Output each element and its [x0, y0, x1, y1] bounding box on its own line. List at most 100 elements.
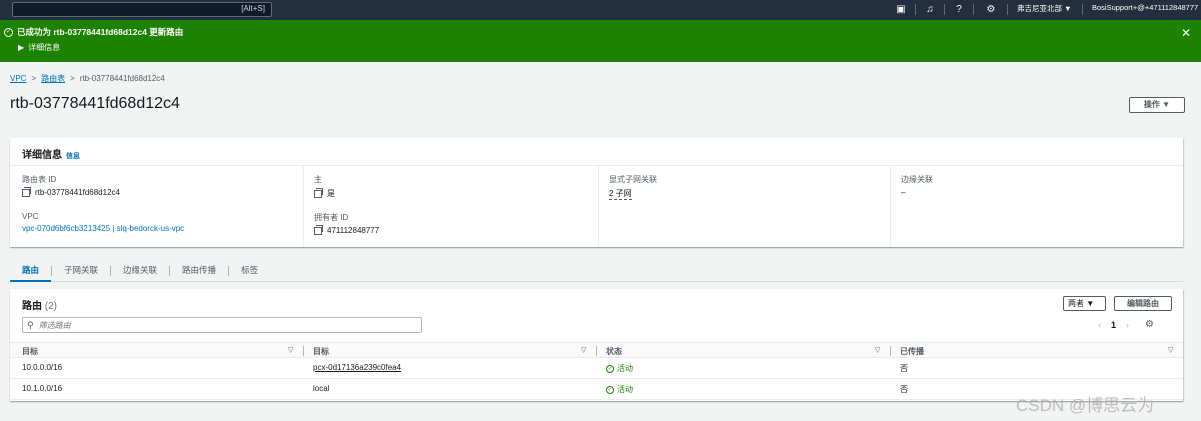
details-column-4: 边缘关联 –	[890, 166, 1183, 247]
tab-route-propagation[interactable]: 路由传播	[170, 260, 228, 282]
owner-id-value: 471112848777	[327, 226, 380, 235]
status-text: 活动	[617, 364, 633, 373]
cell-status: ✓ 活动	[606, 384, 633, 395]
cloudshell-icon[interactable]: ▣	[893, 2, 909, 17]
route-table-id-field: 路由表 ID rtb-03778441fd68d12c4	[22, 174, 120, 197]
help-icon[interactable]: ?	[951, 2, 967, 17]
table-header: 目标 ▽ 目标 ▽ 状态 ▽ 已传播 ▽	[10, 342, 1183, 358]
copy-icon[interactable]	[22, 186, 31, 197]
chevron-right-icon: >	[70, 74, 75, 83]
cell-propagated: 否	[900, 385, 908, 394]
edge-assoc-field: 边缘关联 –	[901, 174, 933, 197]
edge-assoc-label: 边缘关联	[901, 175, 933, 184]
explicit-subnet-value[interactable]: 2 子网	[609, 188, 632, 200]
vpc-label: VPC	[22, 212, 39, 221]
search-shortcut-hint: [Alt+S]	[241, 4, 265, 13]
top-navigation-bar: [Alt+S] ▣ ♫ ? ⚙ 弗吉尼亚北部 ▼ BosiSupport+@+4…	[0, 0, 1201, 20]
nav-divider	[944, 4, 945, 15]
details-column-3: 显式子网关联 2 子网	[598, 166, 890, 247]
success-flash-banner: ✓ 已成功为 rtb-03778441fd68d12c4 更新路由 ▶ 详细信息…	[0, 20, 1201, 62]
status-text: 活动	[617, 385, 633, 394]
settings-gear-icon[interactable]: ⚙	[983, 2, 999, 17]
breadcrumb: VPC > 路由表 > rtb-03778441fd68d12c4	[10, 73, 165, 84]
routes-count: (2)	[44, 301, 58, 312]
owner-id-field: 拥有者 ID 471112848777	[314, 212, 379, 235]
breadcrumb-current: rtb-03778441fd68d12c4	[79, 74, 165, 83]
cell-target-link[interactable]: pcx-0d17136a239c0fea4	[313, 363, 401, 372]
routes-title: 路由 (2)	[22, 297, 57, 312]
previous-page-icon[interactable]: ‹	[1098, 320, 1101, 330]
nav-divider	[973, 4, 974, 15]
info-link[interactable]: 信息	[66, 153, 80, 160]
routes-title-text: 路由	[22, 301, 42, 312]
flash-title: ✓ 已成功为 rtb-03778441fd68d12c4 更新路由	[4, 26, 183, 38]
account-menu[interactable]: BosiSupport+@+471112848777	[1092, 3, 1198, 12]
edge-assoc-value: –	[901, 188, 906, 197]
cell-propagated: 否	[900, 364, 908, 373]
sort-icon[interactable]: ▽	[288, 346, 293, 354]
routes-panel: 路由 (2) 两者 ▼ 编辑路由 ⚲ ‹ 1 › ⚙ 目标 ▽ 目标 ▽ 状态 …	[10, 289, 1183, 401]
cell-destination: 10.0.0.0/16	[22, 363, 63, 372]
nav-divider	[1082, 4, 1083, 15]
column-header-destination[interactable]: 目标	[22, 346, 38, 357]
filter-routes-input[interactable]	[38, 320, 399, 330]
actions-dropdown-button[interactable]: 操作 ▼	[1129, 97, 1185, 113]
table-row: 10.0.0.0/16 pcx-0d17136a239c0fea4 ✓ 活动 否	[10, 358, 1183, 379]
status-ok-icon: ✓	[606, 385, 614, 394]
column-header-propagated[interactable]: 已传播	[900, 346, 924, 357]
flash-detail-toggle[interactable]: ▶ 详细信息	[18, 42, 60, 53]
routes-table: 目标 ▽ 目标 ▽ 状态 ▽ 已传播 ▽ 10.0.0.0/16 pcx-0d1…	[10, 342, 1183, 400]
table-settings-gear-icon[interactable]: ⚙	[1145, 319, 1154, 330]
tab-subnet-associations[interactable]: 子网关联	[52, 260, 110, 282]
filter-routes-field[interactable]: ⚲	[22, 317, 422, 333]
column-divider[interactable]	[303, 346, 304, 356]
breadcrumb-vpc[interactable]: VPC	[10, 74, 26, 83]
flash-message: 已成功为 rtb-03778441fd68d12c4 更新路由	[17, 27, 184, 37]
cell-destination: 10.1.0.0/16	[22, 384, 63, 393]
column-header-status[interactable]: 状态	[606, 346, 622, 357]
nav-divider	[915, 4, 916, 15]
chevron-right-icon: >	[31, 74, 37, 83]
explicit-subnet-field: 显式子网关联 2 子网	[609, 174, 657, 200]
region-selector[interactable]: 弗吉尼亚北部 ▼	[1017, 3, 1072, 14]
success-check-icon: ✓	[4, 27, 13, 37]
sort-icon[interactable]: ▽	[581, 346, 586, 354]
column-divider[interactable]	[890, 346, 891, 356]
cell-status: ✓ 活动	[606, 363, 633, 374]
main-label: 主	[314, 175, 322, 184]
tab-tags[interactable]: 标签	[229, 260, 270, 282]
main-field: 主 是	[314, 174, 335, 199]
details-title: 详细信息 信息	[22, 146, 80, 161]
copy-icon[interactable]	[314, 224, 323, 235]
route-table-id-label: 路由表 ID	[22, 175, 57, 184]
owner-id-label: 拥有者 ID	[314, 213, 349, 222]
nav-divider	[1007, 4, 1008, 15]
column-header-target[interactable]: 目标	[313, 346, 329, 357]
details-header: 详细信息 信息	[10, 138, 1183, 166]
details-title-text: 详细信息	[22, 150, 62, 161]
pagination: ‹ 1 › ⚙	[1098, 319, 1154, 330]
details-column-1: 路由表 ID rtb-03778441fd68d12c4 VPC vpc-070…	[22, 166, 302, 247]
page-number[interactable]: 1	[1111, 320, 1116, 330]
details-column-2: 主 是 拥有者 ID 471112848777	[303, 166, 598, 247]
table-row: 10.1.0.0/16 local ✓ 活动 否	[10, 379, 1183, 400]
copy-icon[interactable]	[314, 187, 323, 198]
next-page-icon[interactable]: ›	[1126, 320, 1129, 330]
flash-detail-label: 详细信息	[28, 43, 61, 52]
notifications-bell-icon[interactable]: ♫	[922, 2, 938, 17]
close-icon[interactable]: ✕	[1181, 26, 1191, 40]
route-table-id-value: rtb-03778441fd68d12c4	[35, 188, 120, 197]
global-search-input[interactable]: [Alt+S]	[12, 2, 272, 17]
edit-routes-button[interactable]: 编辑路由	[1114, 296, 1172, 311]
column-divider[interactable]	[596, 346, 597, 356]
main-value: 是	[327, 189, 335, 198]
tab-routes[interactable]: 路由	[10, 260, 52, 282]
breadcrumb-route-tables[interactable]: 路由表	[41, 73, 65, 84]
sort-icon[interactable]: ▽	[875, 346, 880, 354]
tab-edge-associations[interactable]: 边缘关联	[111, 260, 169, 282]
explicit-subnet-label: 显式子网关联	[609, 175, 657, 184]
route-filter-select[interactable]: 两者 ▼	[1063, 296, 1106, 311]
sort-icon[interactable]: ▽	[1168, 346, 1173, 354]
vpc-link[interactable]: vpc-070d6bf6cb3213425 | slq-bedorck-us-v…	[22, 224, 184, 233]
cell-target: local	[313, 384, 330, 393]
